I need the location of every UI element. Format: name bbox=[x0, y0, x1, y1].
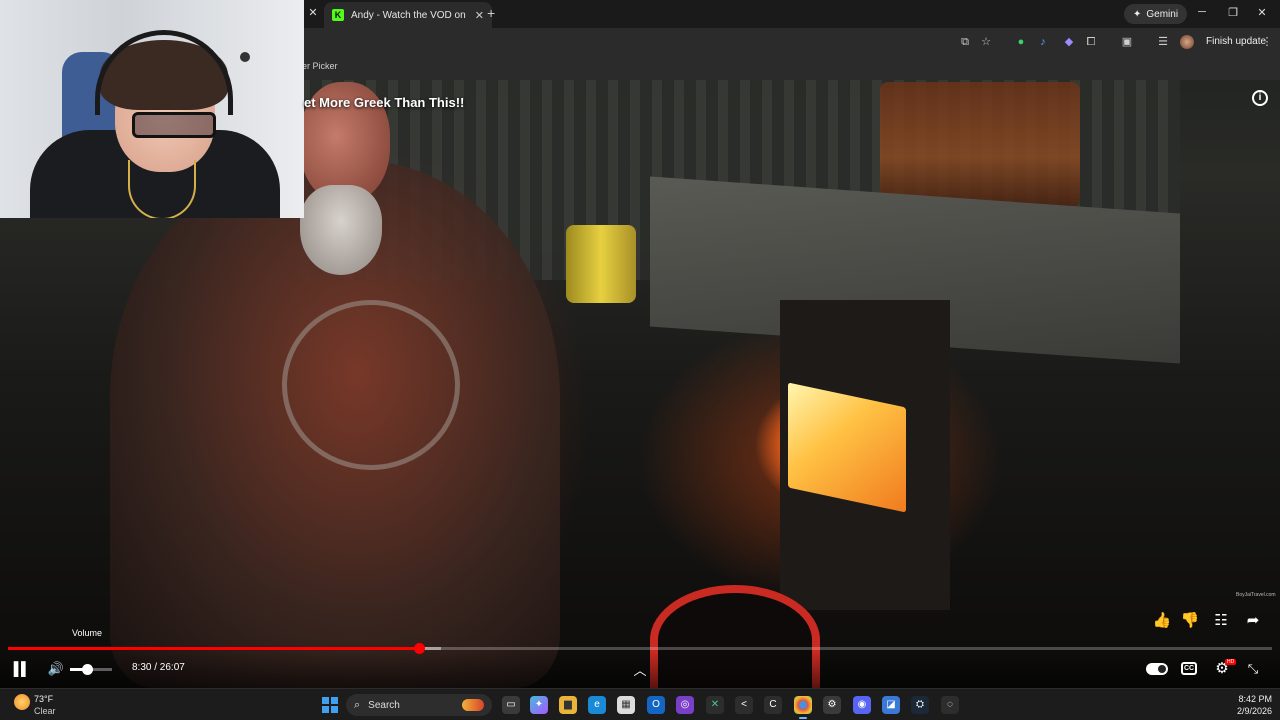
webcam-overlay bbox=[0, 0, 304, 218]
audio-icon[interactable]: ♪ bbox=[1036, 35, 1050, 49]
share-icon[interactable]: ➦ bbox=[1243, 611, 1263, 631]
new-tab-button[interactable]: + bbox=[487, 5, 495, 21]
man-beard bbox=[300, 185, 382, 275]
restore-icon[interactable]: ❐ bbox=[1223, 6, 1243, 19]
task-view-icon[interactable]: ▭ bbox=[502, 696, 520, 714]
browser-chrome: ✕ K Andy - Watch the VOD on Kick ✕ + ✦ G… bbox=[302, 0, 1280, 80]
sparkle-icon: ✦ bbox=[1133, 8, 1142, 20]
search-label: Search bbox=[368, 699, 400, 711]
comment-icon[interactable]: ☷ bbox=[1211, 611, 1231, 631]
volume-knob[interactable] bbox=[81, 664, 93, 675]
search-highlight-icon bbox=[462, 699, 484, 711]
app-icon[interactable]: ◌ bbox=[941, 696, 959, 714]
bookmarks-bar: er Picker bbox=[302, 56, 1280, 80]
shirt-logo bbox=[282, 300, 460, 470]
store-icon[interactable]: ▦ bbox=[617, 696, 635, 714]
progress-bar[interactable] bbox=[8, 643, 1272, 654]
wall-spot bbox=[240, 52, 250, 62]
file-explorer-icon[interactable]: ▆ bbox=[559, 696, 577, 714]
discord-icon[interactable]: ◉ bbox=[853, 696, 871, 714]
finish-update-button[interactable]: Finish update bbox=[1206, 36, 1266, 47]
pause-icon[interactable]: ▌▌ bbox=[12, 660, 30, 678]
kebab-menu-icon[interactable]: ⋮ bbox=[1260, 35, 1274, 49]
player-controls: ▌▌ 🔊 8:30 / 26:07 ︿ CC ⚙ HD ⤡ bbox=[0, 652, 1280, 688]
toggle-dot bbox=[1158, 665, 1166, 673]
kick-icon: K bbox=[332, 9, 344, 21]
volume-slider[interactable] bbox=[70, 664, 112, 675]
chrome-icon[interactable] bbox=[794, 696, 812, 719]
settings-app-icon[interactable]: ⚙ bbox=[823, 696, 841, 714]
volume-icon[interactable]: 🔊 bbox=[46, 660, 66, 678]
weather-temp[interactable]: 73°F bbox=[34, 694, 53, 704]
thumbs-down-icon[interactable]: 👎 bbox=[1180, 611, 1200, 631]
star-icon[interactable]: ☆ bbox=[979, 35, 993, 49]
side-panel-icon[interactable]: ▣ bbox=[1120, 35, 1134, 49]
copper-tank bbox=[880, 82, 1080, 207]
cc-icon[interactable]: CC bbox=[1181, 662, 1197, 675]
close-tab-icon[interactable]: ✕ bbox=[475, 9, 484, 22]
volume-tooltip: Volume bbox=[72, 628, 103, 638]
taskbar-search[interactable]: ⌕ Search bbox=[346, 694, 492, 716]
close-window-icon[interactable]: ✕ bbox=[1252, 6, 1272, 19]
thumbs-up-icon[interactable]: 👍 bbox=[1152, 611, 1172, 631]
chevron-up-icon[interactable]: ︿ bbox=[632, 660, 648, 679]
minimize-icon[interactable]: ─ bbox=[1192, 6, 1212, 18]
outlook-icon[interactable]: O bbox=[647, 696, 665, 714]
gold-chain bbox=[128, 160, 196, 218]
progress-played bbox=[8, 647, 420, 650]
time-display: 8:30 / 26:07 bbox=[132, 662, 185, 673]
profile-avatar[interactable] bbox=[1180, 35, 1194, 49]
video-title[interactable]: et More Greek Than This!! bbox=[304, 95, 464, 110]
weather-icon[interactable] bbox=[14, 694, 30, 710]
tab-title: Andy - Watch the VOD on Kick bbox=[351, 9, 468, 21]
bookmark-item[interactable]: er Picker bbox=[302, 61, 338, 71]
install-app-icon[interactable]: ⧉ bbox=[958, 35, 972, 49]
autoplay-toggle[interactable] bbox=[1146, 663, 1168, 675]
reading-list-icon[interactable]: ☰ bbox=[1156, 35, 1170, 49]
tab-kick-vod[interactable]: K Andy - Watch the VOD on Kick ✕ bbox=[324, 2, 492, 28]
extension-icon[interactable]: ● bbox=[1014, 35, 1028, 49]
windows-start-icon[interactable] bbox=[322, 697, 338, 713]
gemini-button[interactable]: ✦ Gemini bbox=[1124, 4, 1188, 24]
app-icon[interactable]: ◪ bbox=[882, 696, 900, 714]
copilot-icon[interactable]: ✦ bbox=[530, 696, 548, 714]
puzzle-icon[interactable]: ⧠ bbox=[1084, 35, 1098, 49]
extension-icon[interactable]: ◆ bbox=[1062, 35, 1076, 49]
search-icon: ⌕ bbox=[354, 698, 361, 711]
info-icon[interactable]: i bbox=[1252, 90, 1268, 106]
browser-toolbar: ⧉ ☆ ● ♪ ◆ ⧠ ▣ ☰ Finish update ⋮ bbox=[304, 28, 1280, 56]
hd-badge: HD bbox=[1225, 659, 1237, 665]
gemini-label: Gemini bbox=[1146, 8, 1179, 20]
tab-strip: ✕ K Andy - Watch the VOD on Kick ✕ + ✦ G… bbox=[304, 0, 1280, 28]
edge-icon[interactable]: e bbox=[588, 696, 606, 714]
excel-icon[interactable]: ✕ bbox=[706, 696, 724, 714]
headphones bbox=[95, 30, 233, 115]
app-icon[interactable]: ◎ bbox=[676, 696, 694, 714]
ccleaner-icon[interactable]: C bbox=[764, 696, 782, 714]
taskbar: 73°F Clear ⌕ Search ▭ ✦ ▆ e ▦ O ◎ ✕ < C … bbox=[0, 688, 1280, 720]
video-watermark: BoyJaiTravel.com bbox=[1236, 592, 1276, 598]
capcut-icon[interactable]: < bbox=[735, 696, 753, 714]
close-tab-icon[interactable]: ✕ bbox=[306, 6, 320, 20]
clock-date[interactable]: 2/9/2026 bbox=[1226, 706, 1272, 716]
steam-icon[interactable]: ⛭ bbox=[911, 696, 929, 714]
clock-time[interactable]: 8:42 PM bbox=[1232, 694, 1272, 704]
weather-desc[interactable]: Clear bbox=[34, 706, 56, 716]
oil-bottle bbox=[566, 225, 636, 303]
exit-fullscreen-icon[interactable]: ⤡ bbox=[1244, 660, 1262, 678]
glasses bbox=[132, 112, 216, 138]
